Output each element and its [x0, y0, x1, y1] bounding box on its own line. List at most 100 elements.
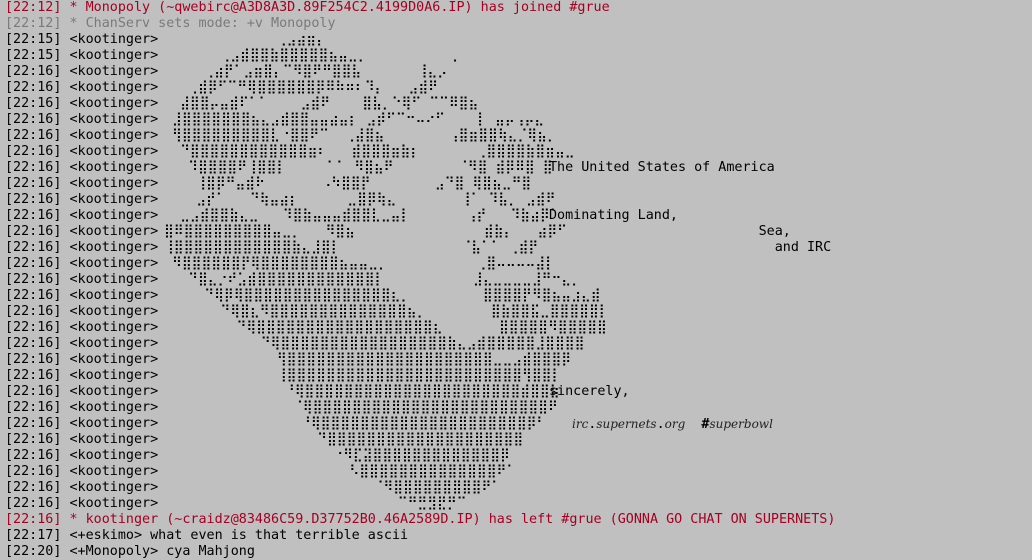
ascii-art-row: ⣿⠿⣿⣿⣿⣿⣿⣿⣿⣿⣿⣤⣀⡀ ⠻⣿⣦ ⣾⣷⡄ ⣴⡿⠋: [164, 224, 567, 239]
signature-tld: org: [664, 417, 686, 431]
nick[interactable]: <kootinger>: [70, 496, 159, 511]
part-event-line: [22:16] * kootinger (~craidz@83486C59.D3…: [5, 512, 1032, 528]
nick[interactable]: <+eskimo>: [70, 528, 143, 543]
ascii-art-row: ⢻⣿⣿⣿⣿⣿⣿⣿⣿⣿⣿⣿⣿⣿⣿⣿⣿⣿⣿⣿⣿⣿⣀⣀⣠⣾⣿⣿⣿⡿: [164, 352, 572, 367]
message-text: cya Mahjong: [166, 544, 255, 559]
timestamp: [22:16]: [5, 400, 62, 415]
signature-host: irc: [572, 417, 589, 431]
chat-message: [22:16] <kootinger> ⢀⣾⡿⠋⠉⠛⢿⣿⣿⣿⣿⣿⣿⡿⠿⠷⠶⠆⠹⡄…: [5, 80, 1032, 96]
chat-message: [22:16] <kootinger> ⠙⢿⣿⣿⣿⣿⣿⣿⣿⣿⣿⣿⣿⣿⣿⣿⣿⣿⣿⣷…: [5, 336, 1032, 352]
chat-message: [22:16] <kootinger> ⠙⣿⣄⡐⠞⣡⣾⣿⣿⣿⣿⣿⣿⣿⣿⣿⣿⣿⣿⡇…: [5, 272, 1032, 288]
ascii-art-row: ⢀⣴⡟⠁⣠⣶⣿⡄⠉⠻⣿⠟⠛⣿⣿⣧ ⢸⣄⡠: [164, 64, 448, 79]
ascii-art-row: ⣼⣿⣿⡤⣤⣾⠏⠁⠁ ⣠⣾⠟ ⣿⣧⡀⠑⢿⠋ ⠉⠉⠿⣿⣦: [164, 96, 479, 111]
ascii-art-row: ⢀⣾⡿⠋⠉⠛⢿⣿⣿⣿⣿⣿⣿⡿⠿⠷⠶⠆⠹⡄ ⣠⣾⠟: [164, 80, 438, 95]
chat-message: [22:16] <kootinger> ⢸⣿⡿⠛⣤⣾⠗ ⠠⠳⣿⣿⡟ ⣠⠙⣿ ⢿⣿…: [5, 176, 1032, 192]
chat-message: [22:16] <kootinger> ⠐⠻⣏⣽⣿⣿⣿⣿⣿⣿⣿⣿⣿⣿⣿⣿⣿⡿: [5, 448, 1032, 464]
nick[interactable]: <kootinger>: [70, 256, 159, 271]
timestamp: [22:16]: [5, 96, 62, 111]
ascii-art-row: ⠙⢿⡿⢿⣿⣿⣿⣿⣿⣿⣿⣿⣿⣿⣿⣿⣿⣿⣿⣆⡀ ⣿⣿⣿⣿⡟⠻⣿⣦⣤⣰⣄⣾: [164, 288, 601, 303]
nick[interactable]: <kootinger>: [70, 80, 159, 95]
ascii-art-row: ⢸⣿⡿⠛⣤⣾⠗ ⠠⠳⣿⣿⡟ ⣠⠙⣿ ⢿⣿⣦⣀⠛⣿: [164, 176, 532, 191]
nick[interactable]: <+Monopoly>: [70, 544, 159, 559]
nick[interactable]: <kootinger>: [70, 448, 159, 463]
timestamp: [22:16]: [5, 160, 62, 175]
nick[interactable]: <kootinger>: [70, 304, 159, 319]
nick[interactable]: <kootinger>: [70, 240, 159, 255]
timestamp: [22:16]: [5, 304, 62, 319]
timestamp: [22:16]: [5, 144, 62, 159]
timestamp: [22:16]: [5, 480, 62, 495]
nick[interactable]: <kootinger>: [70, 192, 159, 207]
nick[interactable]: <kootinger>: [70, 320, 159, 335]
timestamp: [22:16]: [5, 464, 62, 479]
chat-message: [22:16] <kootinger> ⢻⣿⣿⣿⣿⣿⣿⣿⣿⣿⣇⠐⣿⣿⠟⠉ ⢀⣼⣿…: [5, 128, 1032, 144]
ascii-art-row: ⠙⢿⣿⣿⣿⣿⣿⣿⣿⣿⣿⣿⣿⣿⣿⣿⣿⣿⣿⣷⣄⣠⣾⣿⣿⣿⣿⣿⣸⣿⣿⣿⣿: [164, 336, 585, 351]
timestamp: [22:12]: [5, 16, 62, 31]
chat-message: [22:16] <kootinger> ⠘⢿⣿⣿⣿⣿⣿⣿⣿⣿⣿⣿⣿⣿⣿⣿⣿⣿⣿⣿…: [5, 416, 1032, 432]
ascii-art-row: ⣠⡞⠁ ⠙⢷⣤⣴⡆ ⣀⣿⡿⢷⣄ ⢸⠁ ⠹⣧⡀ ⣠⣾⠟: [164, 192, 556, 207]
ascii-art-row: ⠙⢿⣿⣿⣿⣿⣿⣿⣿⣿⣿⣿⣿⣿⣿⣿⣿⣿⣿⣿⣆ ⣿⣿⣿⣿⣿⠻⣿⣿⣿⣿⣿: [164, 320, 607, 335]
nick[interactable]: <kootinger>: [70, 416, 159, 431]
signature-channel: superbowl: [709, 417, 773, 431]
event-text: * kootinger (~craidz@83486C59.D37752B0.4…: [69, 512, 836, 527]
timestamp: [22:16]: [5, 496, 62, 511]
chat-message: [22:16] <kootinger> ⢻⣿⣿⣿⣿⣿⣿⣿⣿⣿⣿⣿⣿⣿⣿⣿⣿⣿⣿⣿…: [5, 352, 1032, 368]
ascii-art-row: ⣀⣠⣾⣿⣿⣷⣄⣀ ⠹⣿⣷⣤⣤⣤⣾⣿⣿⣇⣀⣤⡇ ⢠⡞ ⠹⣷⣴⡿⠁: [164, 208, 560, 223]
ascii-art-row: ⢀⣠⣾⣿⣿⣷⣿⣿⣿⣿⣿⣦⣤⣀⡀ ⢀: [164, 48, 458, 63]
nick[interactable]: <kootinger>: [70, 112, 159, 127]
timestamp: [22:16]: [5, 512, 62, 527]
nick[interactable]: <kootinger>: [70, 464, 159, 479]
chat-message: [22:16] <kootinger> ⠙⢿⣿⣆⠻⣿⣿⣿⣿⣿⣿⣿⣿⣿⣿⣿⣿⣿⣿⣦…: [5, 304, 1032, 320]
ascii-art-row: ⢸⣿⣿⣿⣿⣿⣿⣿⣿⣿⣿⣿⣿⣿⣿⣿⣿⣿⣿⣿⣿⣿⣿⣿⣿⢻⣿⣿⡇: [164, 368, 562, 383]
timestamp: [22:16]: [5, 112, 62, 127]
timestamp: [22:16]: [5, 288, 62, 303]
timestamp: [22:16]: [5, 208, 62, 223]
nick[interactable]: <kootinger>: [70, 384, 159, 399]
nick[interactable]: <kootinger>: [70, 352, 159, 367]
nick[interactable]: <kootinger>: [70, 400, 159, 415]
nick[interactable]: <kootinger>: [70, 480, 159, 495]
chat-message: [22:16] <kootinger> ⠙⢿⣿⣿⣿⣿⣿⣿⣿⣿⣿⣿⣿⣿⣿⣿⣿⣿⣿⣿…: [5, 320, 1032, 336]
nick[interactable]: <kootinger>: [70, 160, 159, 175]
chat-message: [22:20] <+Monopoly> cya Mahjong: [5, 544, 1032, 560]
chat-log: [22:12] * Monopoly (~qwebirc@A3D8A3D.89F…: [5, 0, 1032, 560]
timestamp: [22:15]: [5, 32, 62, 47]
nick[interactable]: <kootinger>: [70, 368, 159, 383]
nick[interactable]: <kootinger>: [70, 144, 159, 159]
chat-message: [22:16] <kootinger> ⠙⢿⡿⢿⣿⣿⣿⣿⣿⣿⣿⣿⣿⣿⣿⣿⣿⣿⣿⣆…: [5, 288, 1032, 304]
nick[interactable]: <kootinger>: [70, 176, 159, 191]
timestamp: [22:16]: [5, 224, 62, 239]
ascii-art-row: ⠙⢿⣿⣆⠻⣿⣿⣿⣿⣿⣿⣿⣿⣿⣿⣿⣿⣿⣿⣦⡀ ⣿⣷⣿⣿⣯⣀⣿⣿⣿⣿⣿⡇: [164, 304, 609, 319]
nick[interactable]: <kootinger>: [70, 64, 159, 79]
timestamp: [22:12]: [5, 0, 62, 15]
ascii-art-row: ⠙⣿⣿⣿⣿⣿⣿⣿⣿⣿⣿⣿⣿⣶⠆ ⣾⣿⣿⣿⣶⣷⡆ ⢀⣿⣿⣿⣿⣷⣿⣶⣤⣀: [164, 144, 575, 159]
ascii-art-row: ⢻⣿⣿⣿⣿⣿⣿⣿⣿⣿⣇⠐⣿⣿⠟⠉ ⢀⣼⣿⣦ ⢠⣿⣶⣿⣿⢷⣄⡈⢿⣦⡀: [164, 128, 557, 143]
signature-link[interactable]: irc.supernets.org #superbowl: [572, 416, 773, 433]
timestamp: [22:17]: [5, 528, 62, 543]
ascii-art-row: ⣸⣿⣿⣿⣿⣿⣿⣿⣦⣄⣠⣾⣿⣿⣤⣤⣴⣤⡆ ⣠⡾⠋⠉⠒⠤⠔⠋ ⡇ ⣤⡤⢠⡤⣄: [164, 112, 545, 127]
timestamp: [22:16]: [5, 352, 62, 367]
signature-domain: supernets: [596, 417, 657, 431]
timestamp: [22:16]: [5, 80, 62, 95]
nick[interactable]: <kootinger>: [70, 272, 159, 287]
nick[interactable]: <kootinger>: [70, 48, 159, 63]
timestamp: [22:16]: [5, 128, 62, 143]
nick[interactable]: <kootinger>: [70, 96, 159, 111]
nick[interactable]: <kootinger>: [70, 208, 159, 223]
timestamp: [22:16]: [5, 320, 62, 335]
nick[interactable]: <kootinger>: [70, 224, 159, 239]
chat-message: [22:16] <kootinger> ⣼⣿⣿⡤⣤⣾⠏⠁⠁ ⣠⣾⠟ ⣿⣧⡀⠑⢿⠋…: [5, 96, 1032, 112]
timestamp: [22:20]: [5, 544, 62, 559]
nick[interactable]: <kootinger>: [70, 288, 159, 303]
nick[interactable]: <kootinger>: [70, 32, 159, 47]
nick[interactable]: <kootinger>: [70, 128, 159, 143]
timestamp: [22:16]: [5, 64, 62, 79]
art-caption: Dominating Land,: [549, 208, 678, 223]
ascii-art-row: ⠐⠻⣏⣽⣿⣿⣿⣿⣿⣿⣿⣿⣿⣿⣿⣿⣿⡿: [164, 448, 510, 463]
art-caption: and IRC: [549, 240, 832, 255]
art-caption: Sea,: [549, 224, 791, 239]
event-text: * Monopoly (~qwebirc@A3D8A3D.89F254C2.41…: [69, 0, 610, 15]
nick[interactable]: <kootinger>: [70, 336, 159, 351]
chat-message: [22:16] <kootinger> ⠈⠻⣿⣿⣿⣿⣿⣿⣿⣿⣿⠟⠁: [5, 480, 1032, 496]
nick[interactable]: <kootinger>: [70, 432, 159, 447]
